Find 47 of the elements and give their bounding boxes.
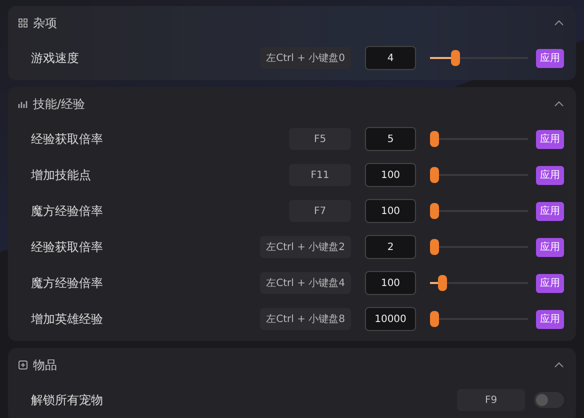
hotkey-button[interactable]: 左Ctrl + 小键盘0 — [260, 47, 351, 69]
value-input[interactable]: 100 — [365, 163, 416, 187]
slider[interactable] — [430, 203, 528, 219]
toggle-switch[interactable] — [534, 392, 564, 408]
setting-label: 魔方经验倍率 — [30, 274, 103, 292]
value-input[interactable]: 100 — [365, 199, 416, 223]
setting-label: 经验获取倍率 — [30, 130, 103, 148]
apply-button[interactable]: 应用 — [536, 238, 564, 256]
slider[interactable] — [430, 131, 528, 147]
hotkey-button[interactable]: 左Ctrl + 小键盘8 — [260, 308, 351, 330]
value-input[interactable]: 10000 — [365, 307, 416, 331]
apply-button[interactable]: 应用 — [536, 166, 564, 184]
hotkey-button[interactable]: F7 — [289, 200, 351, 222]
value-input[interactable]: 2 — [365, 235, 416, 259]
hotkey-button[interactable]: F5 — [289, 128, 351, 150]
slider[interactable] — [430, 167, 528, 183]
setting-label: 魔方经验倍率 — [30, 202, 103, 220]
bar-chart-icon — [18, 99, 28, 109]
apply-button[interactable]: 应用 — [536, 310, 564, 328]
slider[interactable] — [430, 239, 528, 255]
hotkey-button[interactable]: F9 — [457, 389, 525, 411]
section-title: 技能/经验 — [33, 96, 86, 112]
slider[interactable] — [430, 275, 528, 291]
apply-button[interactable]: 应用 — [536, 130, 564, 148]
section-title: 杂项 — [33, 14, 57, 32]
setting-label: 增加技能点 — [30, 166, 91, 184]
chevron-icon[interactable] — [554, 101, 564, 107]
hotkey-button[interactable]: F11 — [289, 164, 351, 186]
setting-label: 游戏速度 — [30, 50, 79, 66]
slider[interactable] — [430, 311, 528, 327]
plus-square-icon — [18, 360, 28, 370]
slider[interactable] — [430, 50, 528, 66]
setting-label: 经验获取倍率 — [30, 238, 103, 256]
hotkey-button[interactable]: 左Ctrl + 小键盘2 — [260, 236, 351, 258]
chevron-icon[interactable] — [554, 20, 564, 26]
setting-label: 解锁所有宠物 — [30, 392, 103, 408]
grid-icon — [18, 18, 28, 28]
apply-button[interactable]: 应用 — [536, 274, 564, 292]
chevron-icon[interactable] — [554, 362, 564, 368]
apply-button[interactable]: 应用 — [536, 48, 564, 68]
value-input[interactable]: 5 — [365, 127, 416, 151]
section-title: 物品 — [33, 356, 57, 374]
hotkey-button[interactable]: 左Ctrl + 小键盘4 — [260, 272, 351, 294]
apply-button[interactable]: 应用 — [536, 202, 564, 220]
value-input[interactable]: 4 — [365, 46, 416, 70]
value-input[interactable]: 100 — [365, 271, 416, 295]
setting-label: 增加英雄经验 — [30, 310, 103, 328]
